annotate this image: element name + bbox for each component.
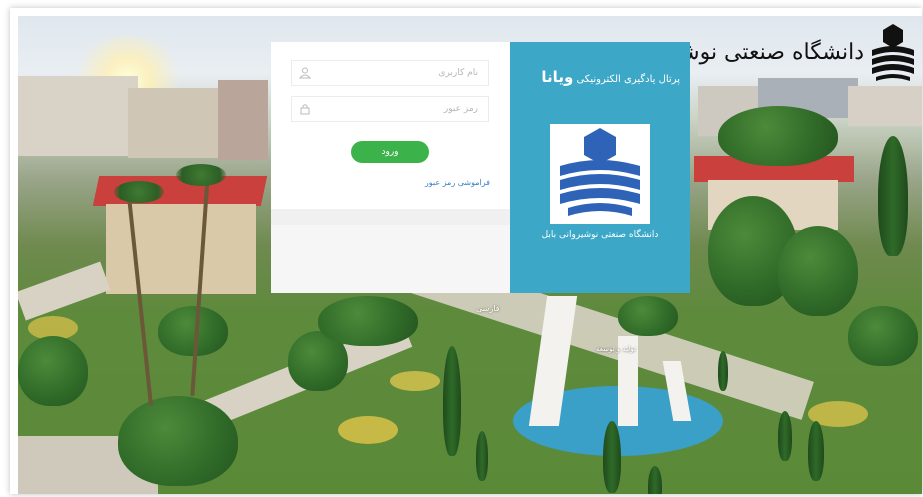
user-icon bbox=[299, 67, 311, 79]
university-emblem-icon bbox=[560, 128, 640, 216]
tree bbox=[18, 336, 88, 406]
university-emblem-icon bbox=[872, 24, 914, 81]
background-building bbox=[218, 80, 268, 160]
portal-brand-name: ویانا bbox=[541, 68, 574, 86]
portal-title: پرتال یادگیری الکترونیکی ویانا bbox=[514, 68, 680, 86]
university-name: دانشگاه صنعتی نوشیروانی بابل bbox=[541, 230, 659, 240]
cypress-tree bbox=[476, 431, 488, 481]
login-card: ورود فراموشی رمز عبور پرتال یادگیری الکت… bbox=[271, 42, 690, 293]
cypress-tree bbox=[603, 421, 621, 493]
login-button[interactable]: ورود bbox=[351, 141, 429, 163]
username-field[interactable] bbox=[291, 60, 489, 86]
password-input[interactable] bbox=[316, 97, 480, 121]
portal-title-prefix: پرتال یادگیری الکترونیکی bbox=[576, 74, 680, 85]
university-logo-box bbox=[550, 124, 650, 224]
tree bbox=[618, 296, 678, 336]
flower-bed bbox=[390, 371, 440, 391]
background-building bbox=[848, 86, 922, 126]
footer-credit: تولید و توسعه bbox=[596, 345, 636, 353]
lock-icon bbox=[300, 104, 310, 115]
login-form-panel: ورود فراموشی رمز عبور bbox=[271, 42, 510, 293]
walkway bbox=[18, 261, 111, 321]
cypress-tree bbox=[808, 421, 824, 481]
tree bbox=[848, 306, 918, 366]
page-frame: دانشگاه صنعتی نوشیروانی نام کاربری ورود … bbox=[10, 8, 922, 494]
form-footer-area bbox=[271, 225, 510, 293]
cypress-tree bbox=[648, 466, 662, 494]
cypress-tree bbox=[718, 351, 728, 391]
password-field[interactable] bbox=[291, 96, 489, 122]
palm-crown bbox=[114, 181, 164, 203]
flower-bed bbox=[338, 416, 398, 444]
cypress-tree bbox=[443, 346, 461, 456]
tree bbox=[778, 226, 858, 316]
background-building bbox=[18, 76, 138, 156]
palm-crown bbox=[176, 164, 226, 186]
tree bbox=[118, 396, 238, 486]
background-building bbox=[128, 88, 228, 158]
tree bbox=[318, 296, 418, 346]
username-input[interactable] bbox=[316, 61, 480, 85]
forgot-password-link[interactable]: فراموشی رمز عبور bbox=[425, 178, 490, 187]
form-divider-band bbox=[271, 209, 510, 225]
cypress-tree bbox=[778, 411, 792, 461]
cypress-tree bbox=[878, 136, 908, 256]
tree bbox=[718, 106, 838, 166]
language-label[interactable]: فارسی bbox=[476, 304, 500, 313]
portal-info-panel: پرتال یادگیری الکترونیکی ویانا دانشگاه ص… bbox=[510, 42, 690, 293]
